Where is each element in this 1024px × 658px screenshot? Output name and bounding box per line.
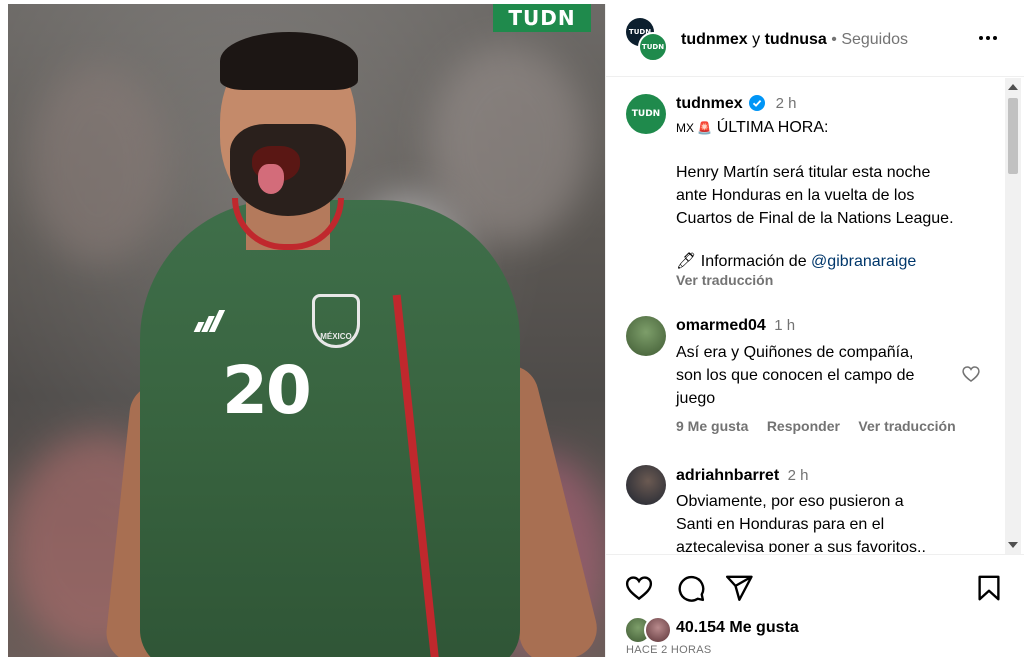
post-photo[interactable]: MÉXICO 20 TUDN [8,4,605,657]
likes-count[interactable]: 40.154 Me gusta [676,619,799,637]
comment-time: 1 h [774,317,796,334]
comment2-text: Obviamente, por eso pusieron a Santi en … [676,493,926,552]
post-sidebar: TUDN TUDN tudnmex y tudnusa • Seguidos T… [605,4,1024,657]
player-tongue [258,164,284,194]
player-hair [220,32,358,90]
scroll-up-arrow-icon[interactable] [1008,84,1018,90]
scroll-down-arrow-icon[interactable] [1008,542,1018,548]
comment-avatar-omarmed04[interactable] [626,316,666,356]
post-timestamp: HACE 2 HORAS [626,644,712,656]
post-header: TUDN TUDN tudnmex y tudnusa • Seguidos [606,4,1024,77]
liker-avatar-2[interactable] [644,616,672,644]
header-dot: • [831,31,837,48]
header-users: tudnmex y tudnusa • Seguidos [681,31,908,49]
comment-text: Así era y Quiñones de compañía, son los … [676,344,915,407]
verified-badge-icon [749,95,766,111]
like-heart-icon[interactable] [624,573,654,603]
comment2-author-link[interactable]: adriahnbarret [676,467,779,484]
save-bookmark-icon[interactable] [974,573,1004,603]
header-user2-link[interactable]: tudnusa [765,31,827,48]
adidas-logo-icon [193,308,226,332]
header-connector: y [752,31,761,48]
post-author-avatar[interactable]: TUDN [626,94,666,134]
avatar-tudnmex[interactable]: TUDN [638,32,668,62]
comment-bubble-icon[interactable] [676,573,706,603]
follow-status-button[interactable]: Seguidos [841,31,908,48]
post-info-line: 🖊 Información de @gibranaraige [676,251,916,271]
jersey-crest-text: MÉXICO [320,332,352,341]
post-headline-prefix: MX 🚨 [676,121,713,135]
comments-scrollbar[interactable] [1005,78,1021,554]
comment-translate-link[interactable]: Ver traducción [858,418,955,434]
post-headline: MX 🚨 ÚLTIMA HORA: [676,119,828,137]
comment-avatar-adriahnbarret[interactable] [626,465,666,505]
more-dots-icon[interactable] [976,26,1000,50]
comment2-time: 2 h [787,467,809,484]
scroll-thumb[interactable] [1008,98,1018,174]
tudn-logo: TUDN [493,4,591,32]
comment-author-line: omarmed04 1 h [676,317,795,335]
jersey-number: 20 [222,352,312,429]
post-author-link[interactable]: tudnmex [676,95,743,112]
share-send-icon[interactable] [724,573,754,603]
comment-author-link[interactable]: omarmed04 [676,317,766,334]
mention-link[interactable]: @gibranaraige [811,253,916,270]
post-footer: 40.154 Me gusta HACE 2 HORAS [606,554,1024,658]
background-crowd [28,64,168,264]
jersey-crest: MÉXICO [312,294,360,348]
post-info-prefix: 🖊 Información de [676,253,807,270]
comment-like-heart-icon[interactable] [961,364,981,384]
post-body: Henry Martín será titular esta noche ant… [676,164,954,227]
post-author-line: tudnmex 2 h [676,95,796,113]
background-crowd-right [428,44,588,244]
post-time: 2 h [775,95,797,112]
comment2-author-line: adriahnbarret 2 h [676,467,808,485]
player-jersey [140,200,520,657]
comment-reply-button[interactable]: Responder [767,418,840,434]
comment-likes[interactable]: 9 Me gusta [676,418,748,434]
post-headline-text: ÚLTIMA HORA: [716,119,829,136]
comment-meta: 9 Me gusta Responder Ver traducción [676,418,956,436]
header-user1-link[interactable]: tudnmex [681,31,748,48]
post-translate-link[interactable]: Ver traducción [676,272,773,288]
